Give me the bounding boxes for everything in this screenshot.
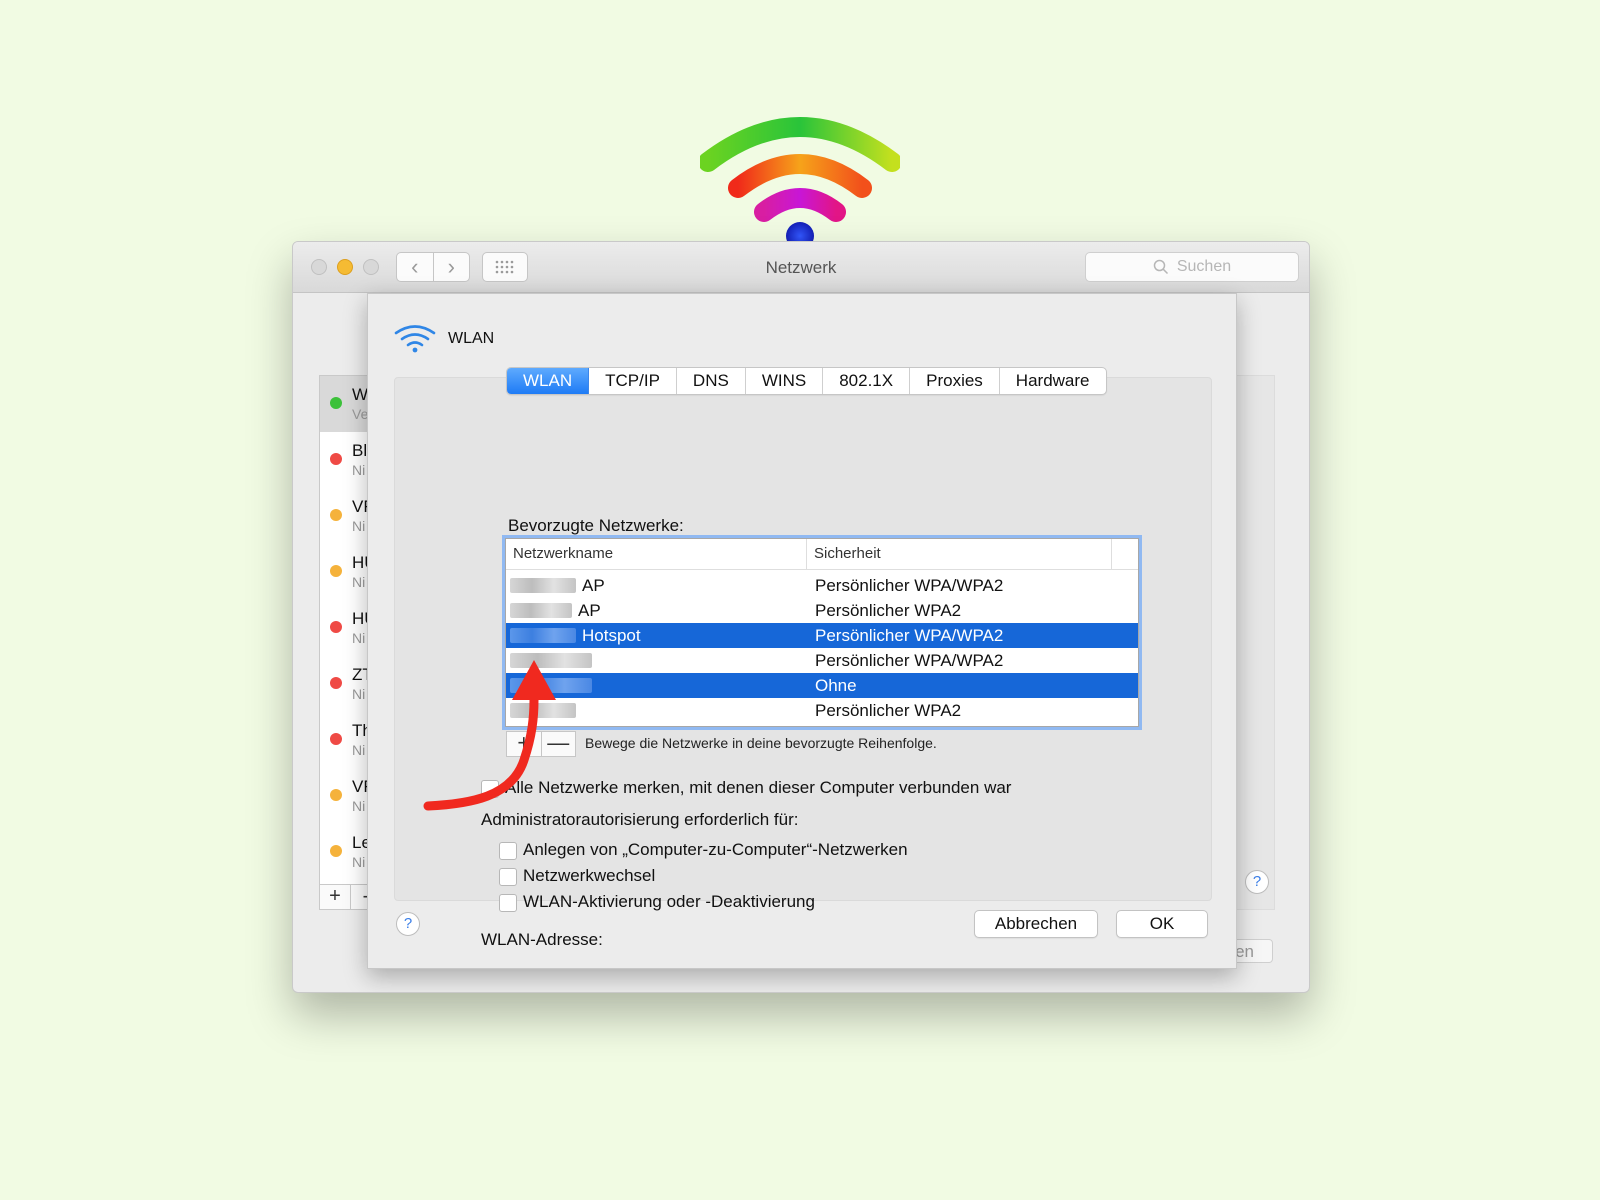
redacted-name-block [510,578,576,593]
add-service-button[interactable]: + [320,885,351,909]
background-help-button[interactable]: ? [1245,870,1269,894]
network-name-cell [506,698,807,723]
status-dot-icon [330,621,342,633]
table-row[interactable]: AP Persönlicher WPA/WPA2 [506,573,1138,598]
redacted-name-block [510,628,576,643]
tab-tcp-ip[interactable]: TCP/IP [589,368,677,394]
status-dot-icon [330,565,342,577]
remove-network-button[interactable]: — [542,732,576,756]
security-cell: Persönlicher WPA/WPA2 [815,576,1004,595]
table-row[interactable]: Ohne [506,673,1138,698]
search-field[interactable]: Suchen [1085,252,1299,282]
service-status: Ni [352,462,366,478]
security-cell: Persönlicher WPA2 [815,701,962,720]
admin-computer-to-computer-checkbox[interactable] [499,842,517,860]
admin-network-change-label: Netzwerkwechsel [523,866,656,885]
search-icon [1153,259,1168,275]
network-name: Hotspot [582,626,641,645]
redacted-name-block [510,653,592,668]
wifi-icon [394,325,436,353]
network-preferences-window: ‹ › Netzwerk Suchen W Ve Bl Ni VF Ni HU Ni HU Ni Z… [292,241,1310,993]
tab-dns[interactable]: DNS [677,368,746,394]
title-bar: ‹ › Netzwerk Suchen [293,242,1309,293]
cancel-button[interactable]: Abbrechen [974,910,1098,938]
table-body: AP Persönlicher WPA/WPA2 AP Persönlicher WP… [506,573,1138,723]
service-status: Ni [352,742,366,758]
service-name: W [352,385,369,404]
tab-bar: WLAN TCP/IP DNS WINS 802.1X Proxies Hardware [506,367,1107,395]
status-dot-icon [330,453,342,465]
help-button[interactable]: ? [396,912,420,936]
service-status: Ni [352,574,366,590]
status-dot-icon [330,789,342,801]
network-name-cell: Hotspot [506,623,807,648]
wlan-advanced-sheet: WLAN Bevorzugte Netzwerke: Netzwerkname … [367,293,1237,969]
security-cell: Persönlicher WPA/WPA2 [815,651,1004,670]
sheet-title: WLAN [448,330,495,347]
admin-computer-to-computer-label: Anlegen von „Computer-zu-Computer“-Netzw… [523,840,908,859]
wlan-address-label: WLAN-Adresse: [481,930,603,949]
network-name-cell [506,673,807,698]
sheet-header: WLAN [394,324,494,354]
network-name: AP [582,576,605,595]
status-dot-icon [330,733,342,745]
service-status: Ve [352,406,369,422]
admin-network-change-checkbox[interactable] [499,868,517,886]
security-cell: Ohne [815,676,857,695]
tab-802-1x[interactable]: 802.1X [823,368,911,394]
table-row[interactable]: Hotspot Persönlicher WPA/WPA2 [506,623,1138,648]
table-row[interactable]: Persönlicher WPA/WPA2 [506,648,1138,673]
tab-wins[interactable]: WINS [746,368,824,394]
add-network-button[interactable]: + [507,732,542,756]
ok-button[interactable]: OK [1116,910,1208,938]
tab-wlan[interactable]: WLAN [507,368,590,394]
rainbow-wifi-icon [700,117,900,250]
service-status: Ni [352,854,366,870]
status-dot-icon [330,677,342,689]
redacted-name-block [510,678,592,693]
redacted-name-block [510,603,572,618]
service-status: Ni [352,518,366,534]
remember-networks-label: Alle Netzwerke merken, mit denen dieser … [505,778,1012,797]
status-dot-icon [330,397,342,409]
service-name: Bl [352,441,368,460]
status-dot-icon [330,845,342,857]
column-header-network-name[interactable]: Netzwerkname [506,539,807,569]
table-header: Netzwerkname Sicherheit [506,539,1138,570]
admin-auth-label: Administratorautorisierung erforderlich … [481,810,799,829]
network-name-cell: AP [506,573,807,598]
service-status: Ni [352,686,366,702]
redacted-name-block [510,703,576,718]
preferred-networks-table[interactable]: Netzwerkname Sicherheit AP Persönlicher W… [505,538,1139,727]
security-cell: Persönlicher WPA/WPA2 [815,626,1004,645]
column-header-security[interactable]: Sicherheit [807,539,1112,569]
preferred-networks-label: Bevorzugte Netzwerke: [508,516,684,535]
network-name: AP [578,601,601,620]
network-list-controls: + — [506,731,576,757]
security-cell: Persönlicher WPA2 [815,601,962,620]
table-row[interactable]: Persönlicher WPA2 [506,698,1138,723]
table-row[interactable]: AP Persönlicher WPA2 [506,598,1138,623]
search-placeholder: Suchen [1176,258,1232,275]
remember-networks-checkbox[interactable] [481,780,499,798]
admin-wlan-toggle-checkbox[interactable] [499,894,517,912]
service-status: Ni [352,630,366,646]
network-name-cell: AP [506,598,807,623]
tab-proxies[interactable]: Proxies [910,368,1000,394]
admin-wlan-toggle-label: WLAN-Aktivierung oder -Deaktivierung [523,892,815,911]
service-status: Ni [352,798,366,814]
tab-hardware[interactable]: Hardware [1000,368,1106,394]
status-dot-icon [330,509,342,521]
tab-content-panel: Bevorzugte Netzwerke: Netzwerkname Siche… [394,377,1212,949]
network-name-cell [506,648,807,673]
reorder-hint: Bewege die Netzwerke in deine bevorzugte… [585,735,937,751]
